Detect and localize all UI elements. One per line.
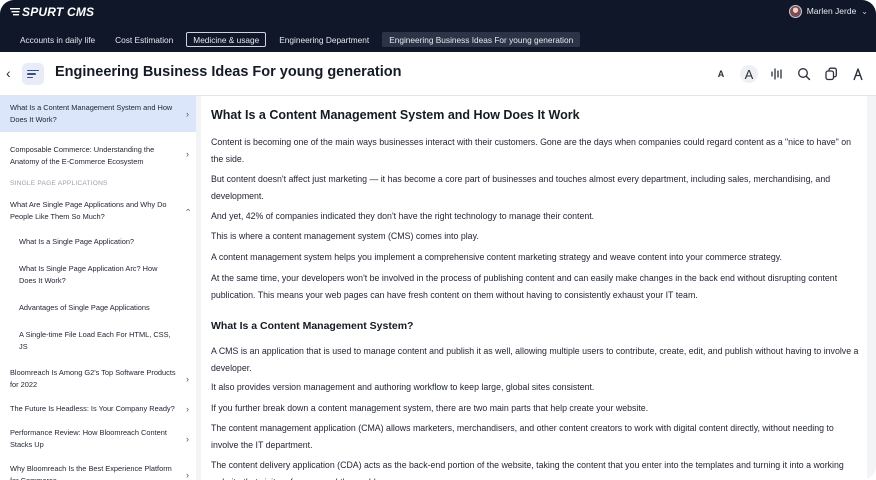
article-subtitle: What Is a Content Management System? xyxy=(211,320,414,332)
sidebar-item-label: Composable Commerce: Understanding the A… xyxy=(10,145,155,166)
reader-toolbar: A A xyxy=(713,64,866,84)
sidebar-item-why-bloomreach[interactable]: Why Bloomreach Is the Best Experience Pl… xyxy=(0,457,196,480)
back-arrow-icon[interactable]: ‹ xyxy=(6,65,18,81)
chevron-right-icon: › xyxy=(186,404,189,414)
article-content: What Is a Content Management System and … xyxy=(201,96,867,480)
article-paragraph: A content management system helps you im… xyxy=(211,252,782,262)
sidebar: What Is a Content Management System and … xyxy=(0,96,196,480)
logo[interactable]: SPURT CMS xyxy=(10,4,94,20)
decrease-font-button[interactable]: A xyxy=(713,66,729,82)
sidebar-item-label: The Future Is Headless: Is Your Company … xyxy=(10,404,175,413)
sidebar-section-label: SINGLE PAGE APPLICATIONS xyxy=(10,180,108,187)
sidebar-item-what-are-spa[interactable]: What Are Single Page Applications and Wh… xyxy=(0,191,196,229)
search-icon[interactable] xyxy=(796,66,812,82)
article-paragraph: But content doesn't affect just marketin… xyxy=(211,174,831,201)
sidebar-item-label: Bloomreach Is Among G2's Top Software Pr… xyxy=(10,368,176,389)
toc-line-2 xyxy=(27,73,36,75)
article-paragraph: The content delivery application (CDA) a… xyxy=(211,460,844,480)
sidebar-item-label: What Is a Content Management System and … xyxy=(10,103,173,124)
sidebar-item-composable-commerce[interactable]: Composable Commerce: Understanding the A… xyxy=(0,132,196,176)
article-paragraph: It also provides version management and … xyxy=(211,382,595,392)
copy-icon[interactable] xyxy=(823,66,839,82)
article-paragraph: The content management application (CMA)… xyxy=(211,423,834,450)
article-title: What Is a Content Management System and … xyxy=(211,108,580,122)
chevron-right-icon: › xyxy=(186,434,189,444)
logo-mark-icon xyxy=(10,8,20,16)
user-name: Marlen Jerde xyxy=(806,6,857,16)
logo-text: SPURT CMS xyxy=(22,5,95,19)
audio-wave-icon[interactable] xyxy=(769,66,785,82)
chevron-down-icon: ⌄ xyxy=(861,6,868,16)
sidebar-item-label: Advantages of Single Page Applications xyxy=(19,303,150,312)
toc-line-1 xyxy=(27,69,39,72)
chevron-right-icon: › xyxy=(186,109,189,119)
tab-cost-estimation[interactable]: Cost Estimation xyxy=(108,32,180,47)
text-style-icon[interactable] xyxy=(850,66,866,82)
top-navigation-bar: SPURT CMS Marlen Jerde ⌄ Accounts in dai… xyxy=(0,0,876,52)
sidebar-item-spa-advantages[interactable]: Advantages of Single Page Applications xyxy=(0,296,196,323)
app-window: SPURT CMS Marlen Jerde ⌄ Accounts in dai… xyxy=(0,0,876,480)
chevron-up-icon: › xyxy=(182,208,193,212)
article-paragraph: And yet, 42% of companies indicated they… xyxy=(211,211,595,221)
sidebar-item-what-is-cms[interactable]: What Is a Content Management System and … xyxy=(0,96,196,132)
chevron-right-icon: › xyxy=(186,374,189,384)
chevron-right-icon: › xyxy=(186,470,189,480)
article-paragraph: If you further break down a content mana… xyxy=(211,403,649,413)
chevron-right-icon: › xyxy=(186,149,189,159)
table-of-contents-button[interactable] xyxy=(22,63,44,85)
sidebar-item-future-headless[interactable]: The Future Is Headless: Is Your Company … xyxy=(0,397,196,421)
sidebar-item-single-file-load[interactable]: A Single-time File Load Each For HTML, C… xyxy=(0,323,196,361)
sidebar-item-label: What Are Single Page Applications and Wh… xyxy=(10,200,167,221)
article-paragraph: A CMS is an application that is used to … xyxy=(211,346,859,373)
toc-line-3 xyxy=(27,76,33,79)
page-header: ‹ Engineering Business Ideas For young g… xyxy=(0,52,876,96)
increase-font-button[interactable]: A xyxy=(740,65,758,83)
sidebar-item-label: A Single-time File Load Each For HTML, C… xyxy=(19,330,171,351)
tab-accounts-in-daily-life[interactable]: Accounts in daily life xyxy=(13,32,102,47)
tab-engineering-business-ideas[interactable]: Engineering Business Ideas For young gen… xyxy=(382,31,581,47)
sidebar-item-bloomreach-g2[interactable]: Bloomreach Is Among G2's Top Software Pr… xyxy=(0,361,196,397)
sidebar-item-performance-review[interactable]: Performance Review: How Bloomreach Conte… xyxy=(0,421,196,457)
document-tabs: Accounts in daily life Cost Estimation M… xyxy=(13,31,586,47)
user-menu[interactable]: Marlen Jerde ⌄ xyxy=(788,3,868,19)
tab-medicine-usage[interactable]: Medicine & usage xyxy=(186,31,267,47)
sidebar-item-label: Why Bloomreach Is the Best Experience Pl… xyxy=(10,464,172,480)
article-paragraph: This is where a content management syste… xyxy=(211,231,479,241)
sidebar-item-label: What Is Single Page Application Arc? How… xyxy=(19,264,158,285)
article-paragraph: Content is becoming one of the main ways… xyxy=(211,137,851,164)
tab-engineering-department[interactable]: Engineering Department xyxy=(272,32,376,47)
sidebar-item-spa-arc[interactable]: What Is Single Page Application Arc? How… xyxy=(0,257,196,296)
avatar xyxy=(788,4,802,18)
sidebar-item-what-is-spa[interactable]: What Is a Single Page Application? xyxy=(0,229,196,257)
page-title: Engineering Business Ideas For young gen… xyxy=(55,64,402,80)
sidebar-item-label: What Is a Single Page Application? xyxy=(19,237,135,246)
article-paragraph: At the same time, your developers won't … xyxy=(211,273,838,300)
sidebar-item-label: Performance Review: How Bloomreach Conte… xyxy=(10,428,167,449)
